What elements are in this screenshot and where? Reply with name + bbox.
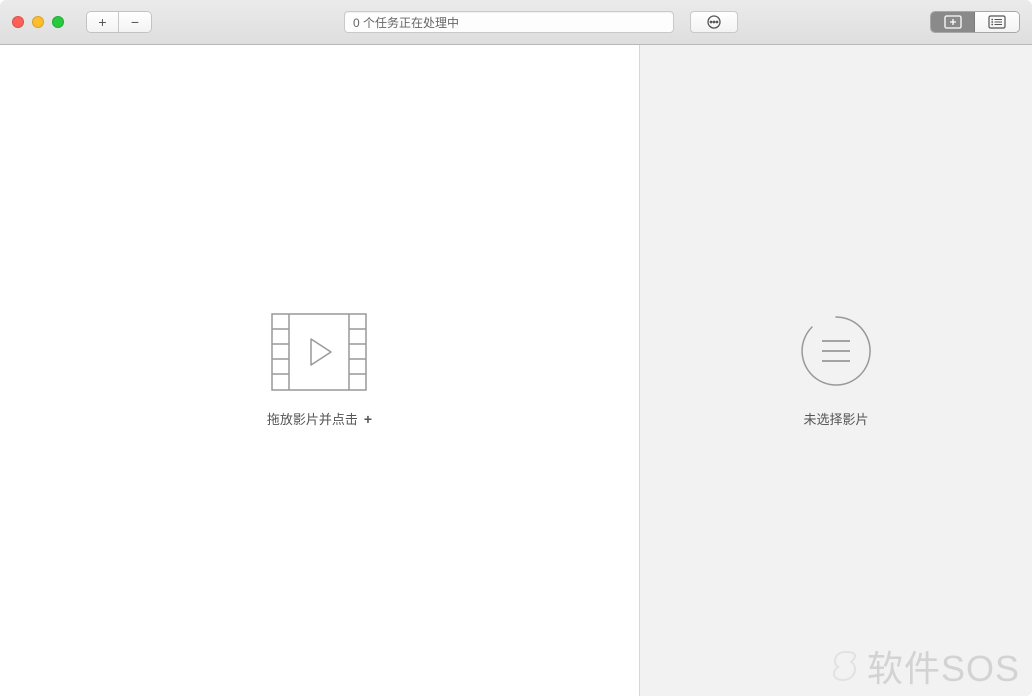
drop-area: 拖放影片并点击 +: [267, 313, 372, 428]
maximize-window[interactable]: [52, 16, 64, 28]
grid-plus-icon: [944, 15, 962, 29]
drop-hint-text: 拖放影片并点击: [267, 409, 358, 428]
plus-icon: +: [98, 14, 106, 30]
detail-panel: 未选择影片: [640, 45, 1032, 696]
app-window: + − 0 个任务正在处理中: [0, 0, 1032, 696]
list-view-button[interactable]: [975, 12, 1019, 32]
drop-hint-label: 拖放影片并点击 +: [267, 409, 372, 428]
add-remove-segmented: + −: [86, 11, 152, 33]
drop-zone-panel[interactable]: 拖放影片并点击 +: [0, 45, 640, 696]
minimize-window[interactable]: [32, 16, 44, 28]
traffic-lights: [12, 16, 64, 28]
titlebar: + − 0 个任务正在处理中: [0, 0, 1032, 45]
add-button[interactable]: +: [87, 12, 119, 32]
plus-icon: +: [364, 411, 372, 427]
close-window[interactable]: [12, 16, 24, 28]
list-circle-icon: [798, 313, 874, 389]
remove-button[interactable]: −: [119, 12, 151, 32]
grid-view-button[interactable]: [931, 12, 975, 32]
ellipsis-icon: [706, 14, 722, 30]
view-mode-segmented: [930, 11, 1020, 33]
empty-text: 未选择影片: [803, 409, 868, 428]
list-icon: [988, 15, 1006, 29]
film-play-icon: [271, 313, 367, 391]
status-field: 0 个任务正在处理中: [344, 11, 674, 33]
minus-icon: −: [131, 14, 139, 30]
more-options-button[interactable]: [690, 11, 738, 33]
empty-state: 未选择影片: [798, 313, 874, 428]
status-text: 0 个任务正在处理中: [353, 14, 459, 31]
content-area: 拖放影片并点击 + 未选择影片: [0, 45, 1032, 696]
